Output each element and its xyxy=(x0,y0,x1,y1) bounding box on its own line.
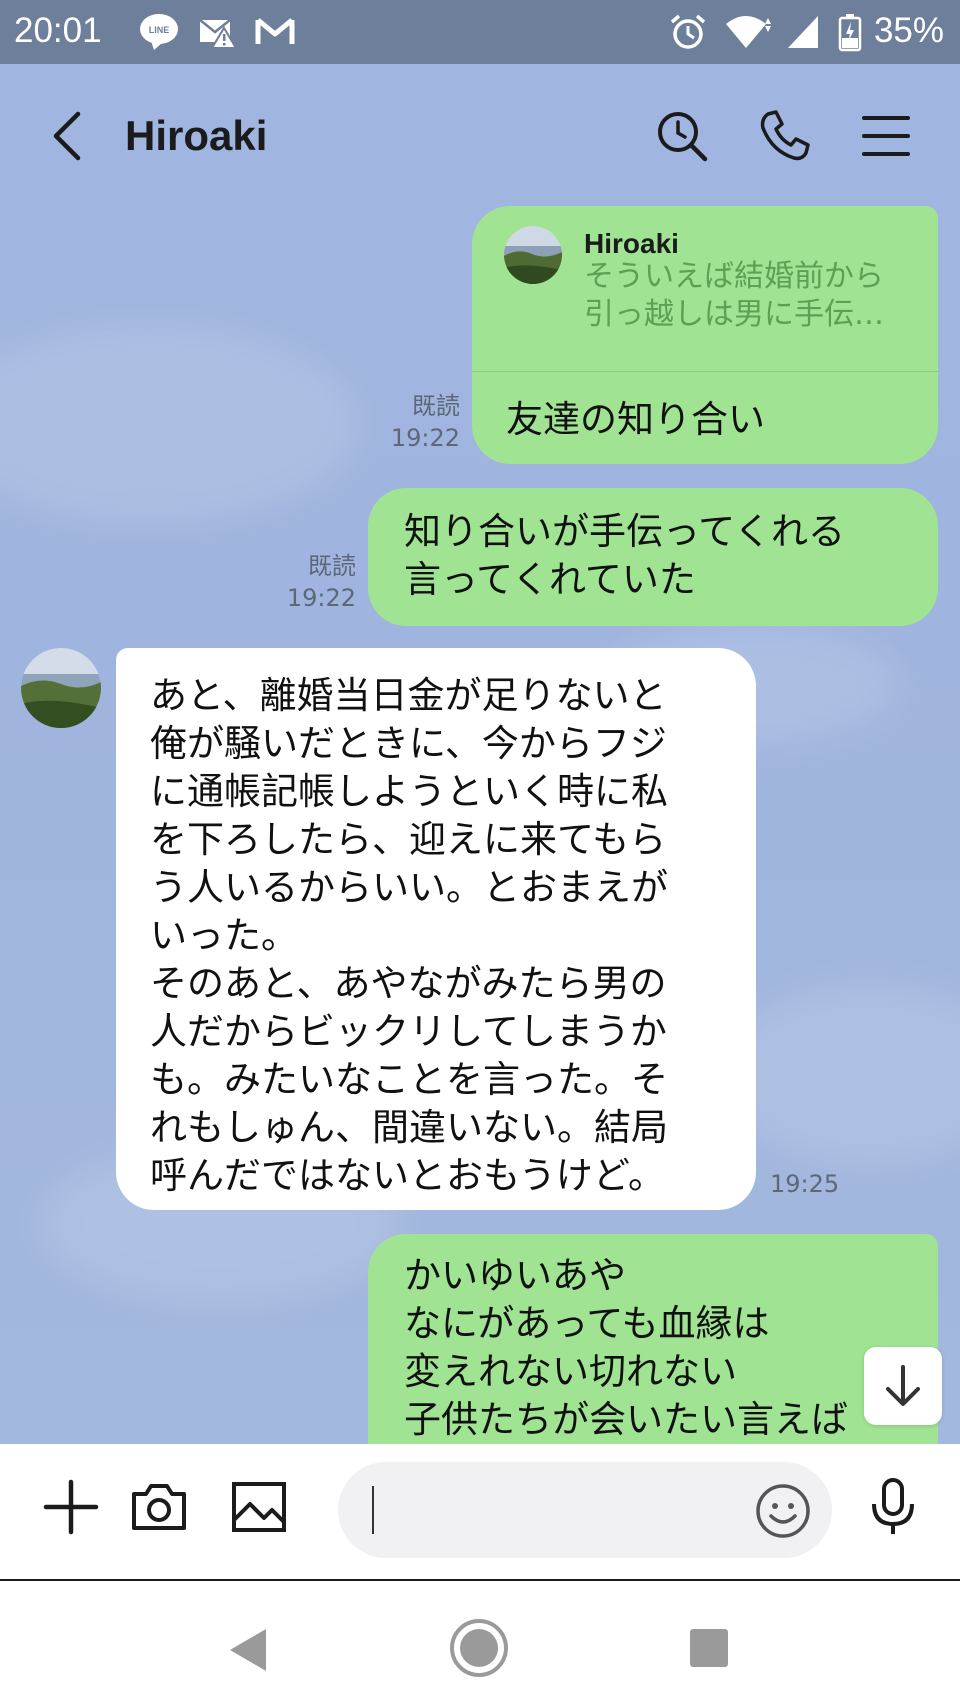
message-line: 変えれない切れない xyxy=(404,1350,737,1393)
emoji-icon[interactable] xyxy=(752,1480,814,1542)
svg-text:LINE: LINE xyxy=(149,25,170,35)
nav-recents-icon[interactable] xyxy=(688,1627,730,1669)
signal-icon xyxy=(788,16,818,48)
read-receipt: 既読 xyxy=(308,552,356,580)
message-line: 呼んだではないとおもうけど。 xyxy=(150,1154,666,1197)
text-caret xyxy=(372,1486,374,1534)
reply-quote[interactable]: Hiroaki そういえば結婚前から 引っ越しは男に手伝… xyxy=(472,206,938,372)
message-line: かいゆいあや xyxy=(404,1254,626,1297)
nav-back-icon[interactable] xyxy=(226,1627,270,1673)
scroll-to-bottom-button[interactable] xyxy=(864,1347,942,1425)
status-bar: 20:01 LINE 35% xyxy=(0,0,960,64)
message-time: 19:25 xyxy=(770,1170,840,1198)
camera-icon[interactable] xyxy=(128,1476,190,1538)
message-time: 19:22 xyxy=(390,424,460,452)
microphone-icon[interactable] xyxy=(862,1476,924,1538)
battery-percent: 35% xyxy=(873,11,944,50)
message-line: に通帳記帳しようといく時に私 xyxy=(150,770,668,813)
message-line: なにがあっても血縁は xyxy=(404,1302,770,1345)
message-line: う人いるからいい。とおまえが xyxy=(150,866,668,909)
message-line: 人だからビックリしてしまうか xyxy=(150,1010,667,1053)
message-text: 友達の知り合い xyxy=(506,398,765,441)
mail-warning-icon xyxy=(199,19,238,49)
line-notification-icon: LINE xyxy=(140,14,178,50)
message-line: も。みたいなことを言った。そ xyxy=(150,1058,668,1101)
message-line: れもしゅん、間違いない。結局 xyxy=(150,1106,668,1149)
message-line: いった。 xyxy=(150,914,298,957)
quote-line: そういえば結婚前から xyxy=(584,259,884,294)
message-line: 知り合いが手伝ってくれる xyxy=(404,510,846,553)
chat-title[interactable]: Hiroaki xyxy=(125,112,267,160)
message-input[interactable] xyxy=(384,1480,744,1540)
message-line: あと、離婚当日金が足りないと xyxy=(150,674,667,717)
status-time: 20:01 xyxy=(14,11,102,50)
message-meta: 既読 19:22 xyxy=(370,390,460,454)
quote-line: 引っ越しは男に手伝… xyxy=(584,297,884,332)
search-clock-icon[interactable] xyxy=(654,108,710,164)
nav-home-icon[interactable] xyxy=(448,1617,510,1679)
message-line: 子供たちが会いたい言えば xyxy=(404,1398,848,1441)
arrow-down-icon xyxy=(886,1365,920,1406)
back-arrow-icon[interactable] xyxy=(48,108,88,164)
wifi-icon xyxy=(726,16,771,48)
message-line: を下ろしたら、迎えに来てもら xyxy=(150,818,667,861)
message-meta: 既読 19:22 xyxy=(270,550,356,614)
menu-icon[interactable] xyxy=(858,108,914,164)
message-time: 19:22 xyxy=(286,584,356,612)
battery-icon xyxy=(838,14,862,52)
message-line: 俺が騒いだときに、今からフジ xyxy=(150,722,667,765)
message-line: 言ってくれていた xyxy=(404,558,696,601)
alarm-icon xyxy=(670,14,706,49)
plus-icon[interactable] xyxy=(40,1476,102,1538)
phone-icon[interactable] xyxy=(756,108,812,164)
message-line: そのあと、あやながみたら男の xyxy=(150,962,667,1005)
gmail-icon xyxy=(255,18,295,44)
quote-text: そういえば結婚前から 引っ越しは男に手伝… xyxy=(584,258,894,334)
message-bubble-mine[interactable]: 知り合いが手伝ってくれる 言ってくれていた xyxy=(368,488,938,626)
image-icon[interactable] xyxy=(228,1476,290,1538)
quote-avatar xyxy=(504,226,562,284)
message-bubble-theirs[interactable]: あと、離婚当日金が足りないと 俺が騒いだときに、今からフジ に通帳記帳しようとい… xyxy=(116,648,756,1210)
system-nav-bar xyxy=(0,1579,960,1706)
message-bubble-mine[interactable]: Hiroaki そういえば結婚前から 引っ越しは男に手伝… 友達の知り合い xyxy=(472,206,938,464)
sender-avatar[interactable] xyxy=(21,648,101,728)
read-receipt: 既読 xyxy=(412,392,460,420)
